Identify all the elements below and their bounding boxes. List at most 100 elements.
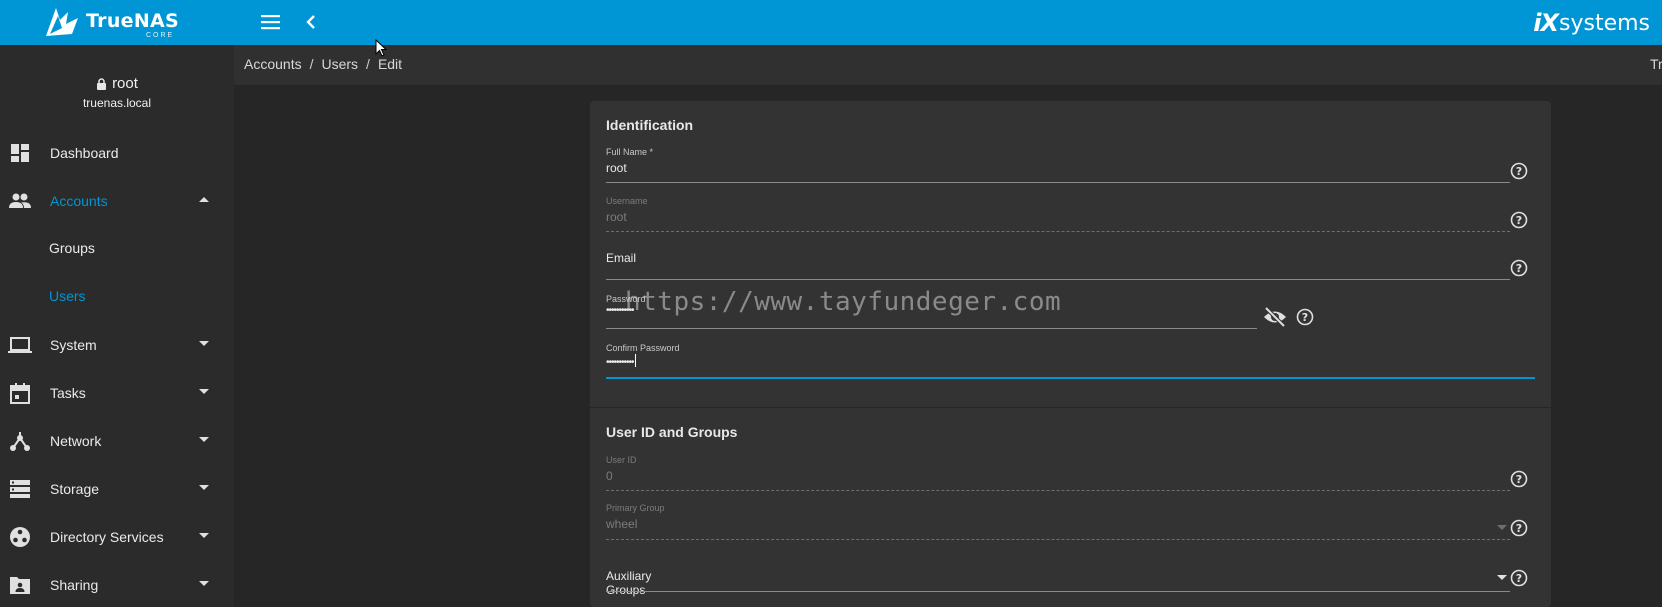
confirm-password-value: ••••••••••• xyxy=(606,357,634,368)
brand-edition: CORE xyxy=(146,32,175,39)
sidebar-item-label: Network xyxy=(50,433,102,449)
sidebar-item-network[interactable]: Network xyxy=(0,419,234,463)
auxiliary-groups-placeholder: Auxiliary Groups xyxy=(606,569,652,597)
sidebar-item-label: Dashboard xyxy=(50,145,119,161)
truncated-header-text: Tr xyxy=(1650,56,1662,72)
svg-text:?: ? xyxy=(1516,262,1522,275)
confirm-password-input[interactable]: ••••••••••• xyxy=(606,354,636,368)
sidebar-item-sharing[interactable]: Sharing xyxy=(0,563,234,607)
sidebar-item-tasks[interactable]: Tasks xyxy=(0,371,234,415)
sidebar-item-label: Sharing xyxy=(50,577,99,593)
section-title-user-id-groups: User ID and Groups xyxy=(606,424,738,440)
help-icon[interactable]: ? xyxy=(1510,470,1528,488)
help-icon[interactable]: ? xyxy=(1510,259,1528,277)
full-name-underline xyxy=(606,182,1510,183)
breadcrumb: Accounts / Users / Edit xyxy=(244,56,402,72)
user-info: root truenas.local xyxy=(0,75,234,110)
sidebar: root truenas.local Dashboard Accounts Gr… xyxy=(0,45,234,607)
sharing-icon xyxy=(8,573,32,597)
sidebar-subitem-groups[interactable]: Groups xyxy=(0,227,234,271)
user-id-label: User ID xyxy=(606,455,637,465)
full-name-input[interactable]: root xyxy=(606,161,627,175)
chevron-down-icon xyxy=(199,533,209,538)
chevron-down-icon xyxy=(199,437,209,442)
truenas-logo[interactable]: TrueNAS CORE xyxy=(42,4,192,40)
primary-group-underline xyxy=(606,539,1510,540)
chevron-left-icon xyxy=(306,15,315,29)
brand-name: TrueNAS xyxy=(86,10,180,32)
storage-icon xyxy=(8,477,32,501)
breadcrumb-accounts[interactable]: Accounts xyxy=(244,56,302,72)
sidebar-subitem-label: Users xyxy=(49,288,86,304)
password-input[interactable]: ••••••••••• xyxy=(606,305,634,316)
systems-wordmark: systems xyxy=(1559,10,1650,36)
email-underline xyxy=(606,279,1510,280)
ix-mark: iX xyxy=(1533,9,1559,37)
chevron-down-icon xyxy=(199,341,209,346)
sidebar-item-dashboard[interactable]: Dashboard xyxy=(0,131,234,175)
section-title-identification: Identification xyxy=(606,117,694,133)
email-input[interactable]: Email xyxy=(606,251,636,265)
text-cursor xyxy=(634,354,636,367)
sidebar-item-label: Storage xyxy=(50,481,100,497)
username-underline xyxy=(606,231,1510,232)
calendar-icon xyxy=(8,381,32,405)
dropdown-arrow-icon[interactable] xyxy=(1497,575,1507,580)
auxiliary-groups-underline xyxy=(606,591,1510,592)
sidebar-item-accounts[interactable]: Accounts xyxy=(0,179,234,223)
lock-icon xyxy=(97,77,107,90)
sidebar-subitem-label: Groups xyxy=(49,240,95,256)
dashboard-icon xyxy=(8,141,32,165)
password-label: Password xyxy=(606,294,646,304)
user-edit-form: Identification Full Name * root ? Userna… xyxy=(590,101,1551,607)
username-input: root xyxy=(606,210,627,224)
ixsystems-logo[interactable]: iX systems xyxy=(1533,8,1650,38)
network-icon xyxy=(8,429,32,453)
user-id-underline xyxy=(606,490,1510,491)
sidebar-item-storage[interactable]: Storage xyxy=(0,467,234,511)
section-divider xyxy=(590,407,1551,408)
top-bar: TrueNAS CORE iX systems xyxy=(0,0,1662,45)
svg-text:?: ? xyxy=(1302,311,1308,324)
help-icon[interactable]: ? xyxy=(1510,211,1528,229)
breadcrumb-separator: / xyxy=(366,56,370,72)
breadcrumb-users[interactable]: Users xyxy=(321,56,358,72)
username-label: root xyxy=(112,75,138,92)
visibility-off-icon[interactable] xyxy=(1263,307,1287,327)
dropdown-arrow-icon xyxy=(1497,525,1507,530)
laptop-icon xyxy=(8,333,32,357)
menu-toggle-button[interactable] xyxy=(258,10,284,34)
breadcrumb-separator: / xyxy=(309,56,314,72)
people-icon xyxy=(8,189,32,213)
mouse-pointer-icon xyxy=(375,39,387,57)
primary-group-label: Primary Group xyxy=(606,503,665,513)
svg-text:?: ? xyxy=(1516,572,1522,585)
sidebar-item-label: Accounts xyxy=(50,193,108,209)
chevron-down-icon xyxy=(199,389,209,394)
svg-text:?: ? xyxy=(1516,473,1522,486)
help-icon[interactable]: ? xyxy=(1296,308,1314,326)
sidebar-item-directory-services[interactable]: Directory Services xyxy=(0,515,234,559)
help-icon[interactable]: ? xyxy=(1510,519,1528,537)
chevron-down-icon xyxy=(199,581,209,586)
sidebar-item-label: System xyxy=(50,337,97,353)
user-id-input: 0 xyxy=(606,469,613,483)
confirm-password-label: Confirm Password xyxy=(606,343,680,353)
breadcrumb-edit: Edit xyxy=(377,56,403,72)
svg-text:?: ? xyxy=(1516,522,1522,535)
help-icon[interactable]: ? xyxy=(1510,162,1528,180)
help-icon[interactable]: ? xyxy=(1510,569,1528,587)
chevron-up-icon xyxy=(199,197,209,202)
hamburger-icon xyxy=(261,15,280,30)
full-name-label: Full Name * xyxy=(606,147,654,157)
confirm-password-underline xyxy=(606,377,1535,379)
sidebar-subitem-users[interactable]: Users xyxy=(0,275,234,319)
shark-fin-icon xyxy=(46,8,78,36)
svg-text:?: ? xyxy=(1516,214,1522,227)
breadcrumb-bar: Accounts / Users / Edit Tr xyxy=(234,45,1662,85)
svg-text:?: ? xyxy=(1516,165,1522,178)
username-label: Username xyxy=(606,196,648,206)
collapse-sidebar-button[interactable] xyxy=(300,10,324,34)
sidebar-item-system[interactable]: System xyxy=(0,323,234,367)
chevron-down-icon xyxy=(199,485,209,490)
